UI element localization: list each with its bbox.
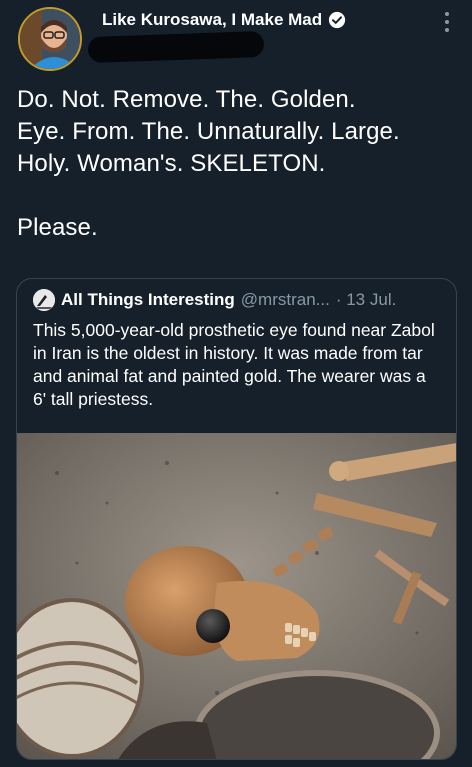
quoted-handle[interactable]: @mrstran... (241, 290, 330, 310)
avatar-image (20, 9, 80, 69)
redacted-handle (87, 30, 265, 64)
quoted-header: All Things Interesting @mrstran... · 13 … (33, 289, 396, 311)
tweet-author[interactable]: Like Kurosawa, I Make Mad (102, 10, 346, 30)
quoted-date[interactable]: · 13 Jul. (336, 290, 396, 310)
tweet-text: Do. Not. Remove. The. Golden. Eye. From.… (17, 86, 400, 241)
skeleton-photo[interactable] (17, 433, 457, 760)
verified-badge-icon (329, 11, 346, 29)
quoted-avatar[interactable] (33, 289, 55, 311)
quoted-text: This 5,000-year-old prosthetic eye found… (33, 320, 435, 409)
more-options-icon[interactable] (444, 12, 450, 36)
quoted-tweet[interactable]: All Things Interesting @mrstran... · 13 … (16, 278, 457, 760)
author-name[interactable]: Like Kurosawa, I Make Mad (102, 10, 322, 30)
tweet-avatar[interactable] (18, 7, 82, 71)
quoted-author-name[interactable]: All Things Interesting (61, 290, 235, 310)
